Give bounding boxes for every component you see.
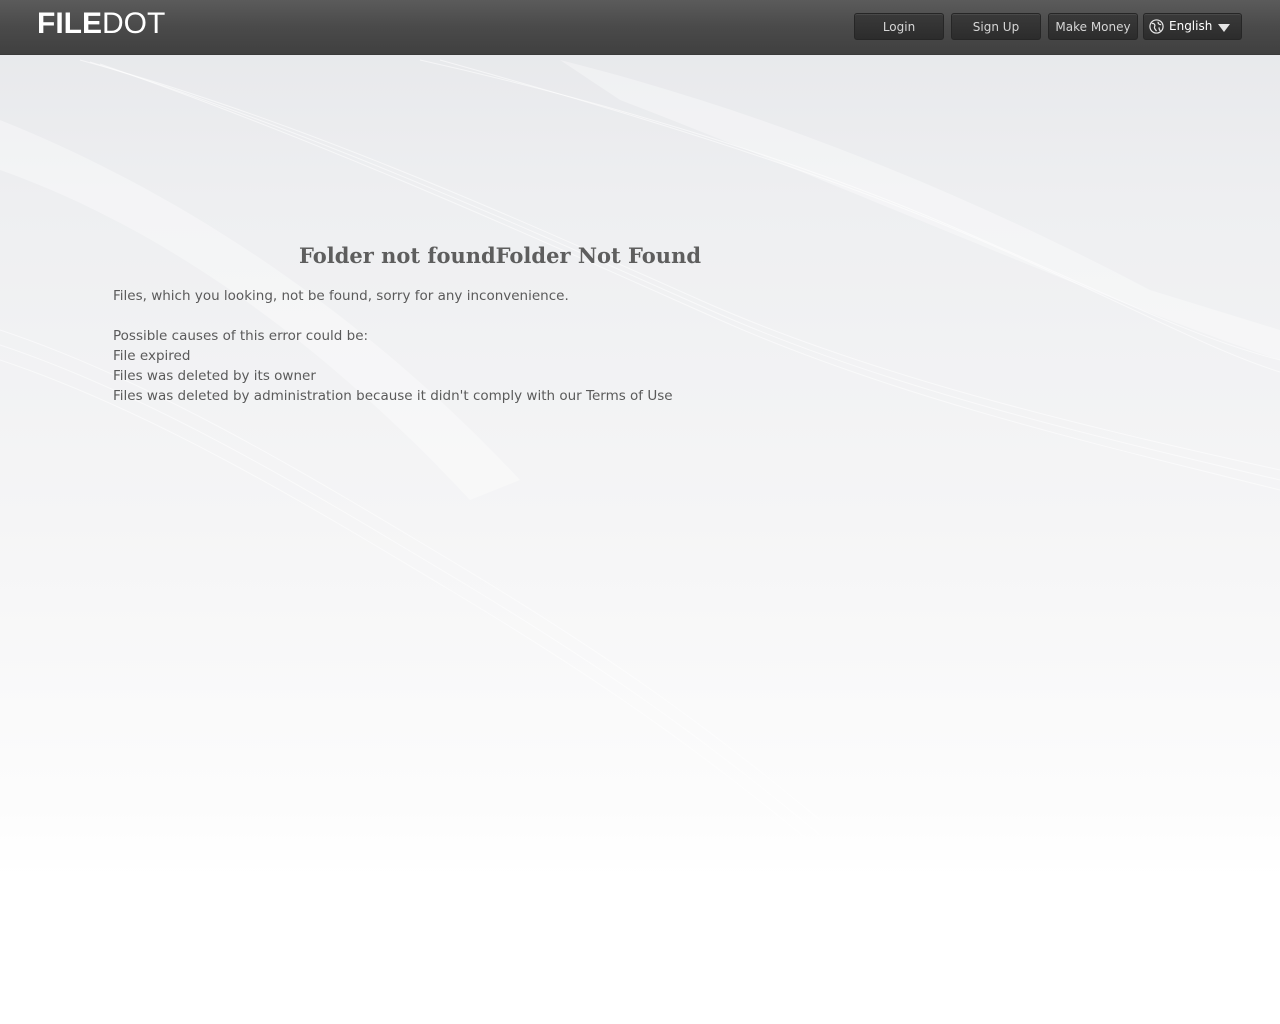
chevron-down-icon — [1218, 24, 1230, 32]
top-navbar: FILEDOT Login Sign Up Make Money English — [0, 0, 1280, 55]
sign-up-button[interactable]: Sign Up — [951, 13, 1041, 40]
error-message-panel: Folder not foundFolder Not Found Files, … — [113, 240, 893, 406]
make-money-button[interactable]: Make Money — [1048, 13, 1138, 40]
cause-item-deleted-by-admin: Files was deleted by administration beca… — [113, 388, 673, 404]
page-title: Folder not foundFolder Not Found — [298, 243, 702, 268]
cause-item-file-expired: File expired — [113, 348, 191, 364]
cause-item-deleted-by-owner: Files was deleted by its owner — [113, 368, 316, 384]
language-selector[interactable]: English — [1143, 13, 1242, 40]
logo-light-text: DOT — [102, 7, 166, 40]
logo-bold-text: FILE — [37, 7, 102, 40]
wave-decoration — [0, 59, 1280, 851]
causes-heading: Possible causes of this error could be: — [113, 328, 369, 344]
login-button[interactable]: Login — [854, 13, 944, 40]
page-background — [0, 0, 1280, 1024]
filedot-logo[interactable]: FILEDOT — [37, 7, 165, 41]
language-label: English — [1169, 19, 1213, 33]
globe-icon — [1149, 19, 1164, 34]
error-intro-text: Files, which you looking, not be found, … — [113, 288, 569, 304]
